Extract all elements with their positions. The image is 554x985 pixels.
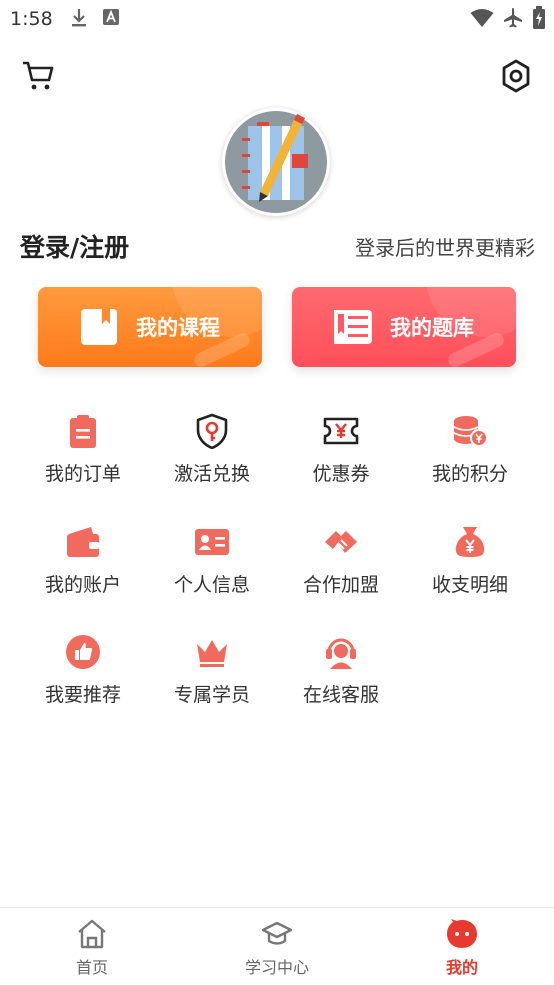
nav-label: 学习中心 bbox=[244, 958, 309, 977]
airplane-icon bbox=[502, 7, 524, 29]
grid-item-label: 专属学员 bbox=[173, 684, 250, 706]
handshake-icon bbox=[323, 524, 359, 560]
bottom-nav: 首页 学习中心 我的 bbox=[0, 907, 554, 985]
question-bank-icon bbox=[332, 306, 374, 348]
my-questions-label: 我的题库 bbox=[390, 316, 474, 340]
graduation-cap-icon bbox=[261, 918, 293, 950]
grid-item-label: 我的账户 bbox=[44, 574, 121, 596]
grid-item-personal-info[interactable]: 个人信息 bbox=[147, 524, 277, 614]
headset-icon bbox=[323, 634, 359, 670]
wifi-icon bbox=[470, 8, 494, 28]
nav-home[interactable]: 首页 bbox=[22, 908, 162, 985]
font-a-icon bbox=[102, 8, 120, 28]
thumbs-up-icon bbox=[65, 634, 101, 670]
grid-item-label: 激活兑换 bbox=[173, 463, 250, 485]
shield-key-icon bbox=[194, 413, 230, 450]
wallet-icon bbox=[65, 524, 101, 560]
status-bar: 1:58 bbox=[0, 0, 554, 38]
coupon-icon bbox=[323, 413, 359, 449]
my-courses-button[interactable]: 我的课程 bbox=[38, 287, 262, 367]
status-time: 1:58 bbox=[10, 8, 53, 30]
grid-item-orders[interactable]: 我的订单 bbox=[18, 413, 148, 503]
grid-item-coupons[interactable]: 优惠券 bbox=[276, 413, 406, 503]
my-courses-label: 我的课程 bbox=[136, 316, 220, 340]
id-card-icon bbox=[194, 524, 230, 560]
grid-item-account[interactable]: 我的账户 bbox=[18, 524, 148, 614]
grid-item-label: 我的订单 bbox=[44, 463, 121, 485]
login-register-link[interactable]: 登录/注册 bbox=[20, 228, 129, 264]
cart-icon[interactable] bbox=[22, 60, 54, 92]
grid-item-label: 我要推荐 bbox=[44, 684, 121, 706]
nav-learning-center[interactable]: 学习中心 bbox=[207, 908, 347, 985]
book-icon bbox=[78, 306, 120, 348]
grid-item-exclusive-student[interactable]: 专属学员 bbox=[147, 634, 277, 724]
crown-icon bbox=[194, 634, 230, 670]
grid-item-points[interactable]: 我的积分 bbox=[405, 413, 535, 503]
download-icon bbox=[70, 8, 88, 28]
clipboard-icon bbox=[65, 413, 101, 449]
grid-item-label: 合作加盟 bbox=[302, 574, 379, 596]
grid-item-transactions[interactable]: 收支明细 bbox=[405, 524, 535, 614]
grid-item-recommend[interactable]: 我要推荐 bbox=[18, 634, 148, 724]
my-questions-button[interactable]: 我的题库 bbox=[292, 287, 516, 367]
grid-item-customer-service[interactable]: 在线客服 bbox=[276, 634, 406, 724]
avatar[interactable] bbox=[222, 108, 330, 216]
coins-icon bbox=[452, 413, 488, 449]
grid-item-partnership[interactable]: 合作加盟 bbox=[276, 524, 406, 614]
profile-face-icon bbox=[446, 918, 478, 950]
grid-item-activate[interactable]: 激活兑换 bbox=[147, 413, 277, 503]
money-bag-icon bbox=[452, 524, 488, 560]
grid-item-label: 优惠券 bbox=[312, 463, 370, 485]
grid-item-label: 我的积分 bbox=[431, 463, 508, 485]
home-icon bbox=[76, 918, 108, 950]
nav-label: 我的 bbox=[445, 958, 478, 977]
login-hint-text: 登录后的世界更精彩 bbox=[355, 236, 535, 260]
nav-label: 首页 bbox=[75, 958, 108, 977]
nav-mine[interactable]: 我的 bbox=[392, 908, 532, 985]
grid-item-label: 收支明细 bbox=[431, 574, 508, 596]
settings-icon[interactable] bbox=[498, 58, 534, 94]
battery-icon bbox=[532, 6, 546, 30]
grid-item-label: 个人信息 bbox=[173, 574, 250, 596]
grid-item-label: 在线客服 bbox=[302, 684, 379, 706]
